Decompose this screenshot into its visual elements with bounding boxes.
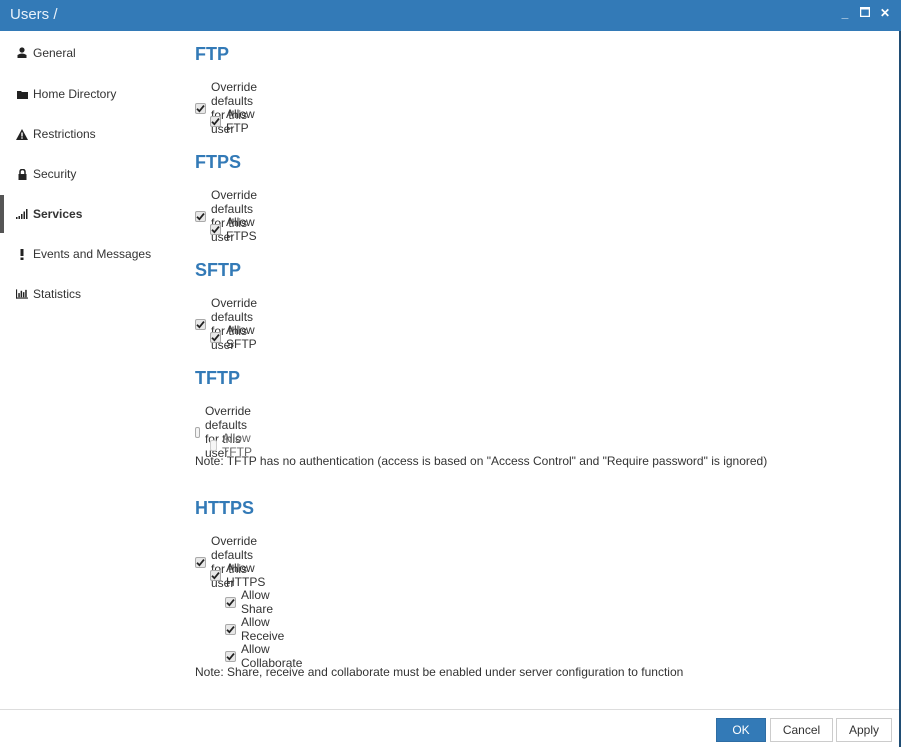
sidebar-item-label: Services [33, 207, 83, 221]
checkmark-icon [211, 333, 220, 342]
exclamation-icon [16, 248, 28, 260]
allow-share-checkbox[interactable]: Allow Share [225, 588, 273, 616]
ok-button[interactable]: OK [716, 718, 766, 742]
section-title-ftp: FTP [195, 44, 229, 64]
warning-icon [16, 128, 28, 140]
allow-ftp-checkbox[interactable]: Allow FTP [210, 107, 255, 135]
sidebar-item-statistics[interactable]: Statistics [0, 274, 180, 314]
window-controls: _ ✕ [839, 6, 891, 20]
checkbox-label: Allow FTP [226, 107, 255, 135]
section-title-tftp: TFTP [195, 368, 240, 388]
checkbox-label: Allow FTPS [226, 215, 257, 243]
checkmark-icon [211, 571, 220, 580]
minimize-icon[interactable]: _ [839, 6, 851, 20]
checkbox[interactable] [210, 223, 221, 235]
sidebar-item-label: Restrictions [33, 127, 96, 141]
checkmark-icon [196, 212, 205, 221]
checkbox[interactable] [210, 569, 221, 581]
cancel-button[interactable]: Cancel [770, 718, 833, 742]
checkmark-icon [196, 104, 205, 113]
sidebar-item-events-and-messages[interactable]: Events and Messages [0, 234, 180, 274]
checkbox-label: Allow Receive [241, 615, 285, 643]
sidebar-item-label: Home Directory [33, 87, 117, 101]
apply-button[interactable]: Apply [836, 718, 892, 742]
sidebar-item-restrictions[interactable]: Restrictions [0, 114, 180, 154]
sidebar: General Home Directory Restrictions Secu… [0, 31, 180, 314]
checkmark-icon [196, 558, 205, 567]
maximize-icon[interactable] [859, 6, 871, 20]
section-title-sftp: SFTP [195, 260, 242, 280]
allow-https-checkbox[interactable]: Allow HTTPS [210, 561, 265, 589]
checkbox[interactable] [210, 439, 217, 451]
sidebar-item-label: Events and Messages [33, 247, 152, 261]
window-title: Users / [10, 6, 58, 23]
checkmark-icon [196, 320, 205, 329]
tftp-note: Note: TFTP has no authentication (access… [195, 454, 768, 468]
checkmark-icon [226, 598, 235, 607]
https-note: Note: Share, receive and collaborate mus… [195, 665, 684, 679]
section-title-ftps: FTPS [195, 152, 242, 172]
checkbox[interactable] [195, 556, 206, 568]
checkbox-label: Allow HTTPS [226, 561, 266, 589]
checkmark-icon [226, 625, 235, 634]
checkbox[interactable] [195, 210, 206, 222]
user-icon [16, 47, 28, 59]
checkmark-icon [211, 117, 220, 126]
sidebar-item-home-directory[interactable]: Home Directory [0, 74, 180, 114]
sidebar-item-label: Security [33, 167, 77, 181]
checkbox[interactable] [225, 650, 236, 662]
checkbox[interactable] [225, 596, 236, 608]
sidebar-item-security[interactable]: Security [0, 154, 180, 194]
bar-chart-icon [16, 288, 28, 300]
checkbox-label: Allow Share [241, 588, 274, 616]
sidebar-item-general[interactable]: General [0, 31, 180, 74]
sidebar-item-label: General [33, 45, 76, 60]
checkbox-label: Allow SFTP [226, 323, 257, 351]
signal-icon [16, 208, 28, 220]
checkmark-icon [211, 225, 220, 234]
checkbox[interactable] [195, 318, 206, 330]
checkbox[interactable] [195, 102, 206, 114]
allow-sftp-checkbox[interactable]: Allow SFTP [210, 323, 257, 351]
checkbox[interactable] [210, 331, 221, 343]
title-bar: Users / _ ✕ [0, 0, 901, 31]
footer-divider [0, 709, 899, 710]
checkbox[interactable] [225, 623, 236, 635]
folder-icon [16, 88, 28, 100]
lock-icon [16, 168, 28, 180]
close-icon[interactable]: ✕ [879, 6, 891, 20]
section-title-https: HTTPS [195, 498, 255, 518]
sidebar-item-label: Statistics [33, 287, 82, 301]
checkmark-icon [226, 652, 235, 661]
sidebar-item-services[interactable]: Services [0, 194, 180, 234]
allow-receive-checkbox[interactable]: Allow Receive [225, 615, 284, 643]
allow-ftps-checkbox[interactable]: Allow FTPS [210, 215, 257, 243]
checkbox[interactable] [195, 426, 200, 438]
checkbox[interactable] [210, 115, 221, 127]
